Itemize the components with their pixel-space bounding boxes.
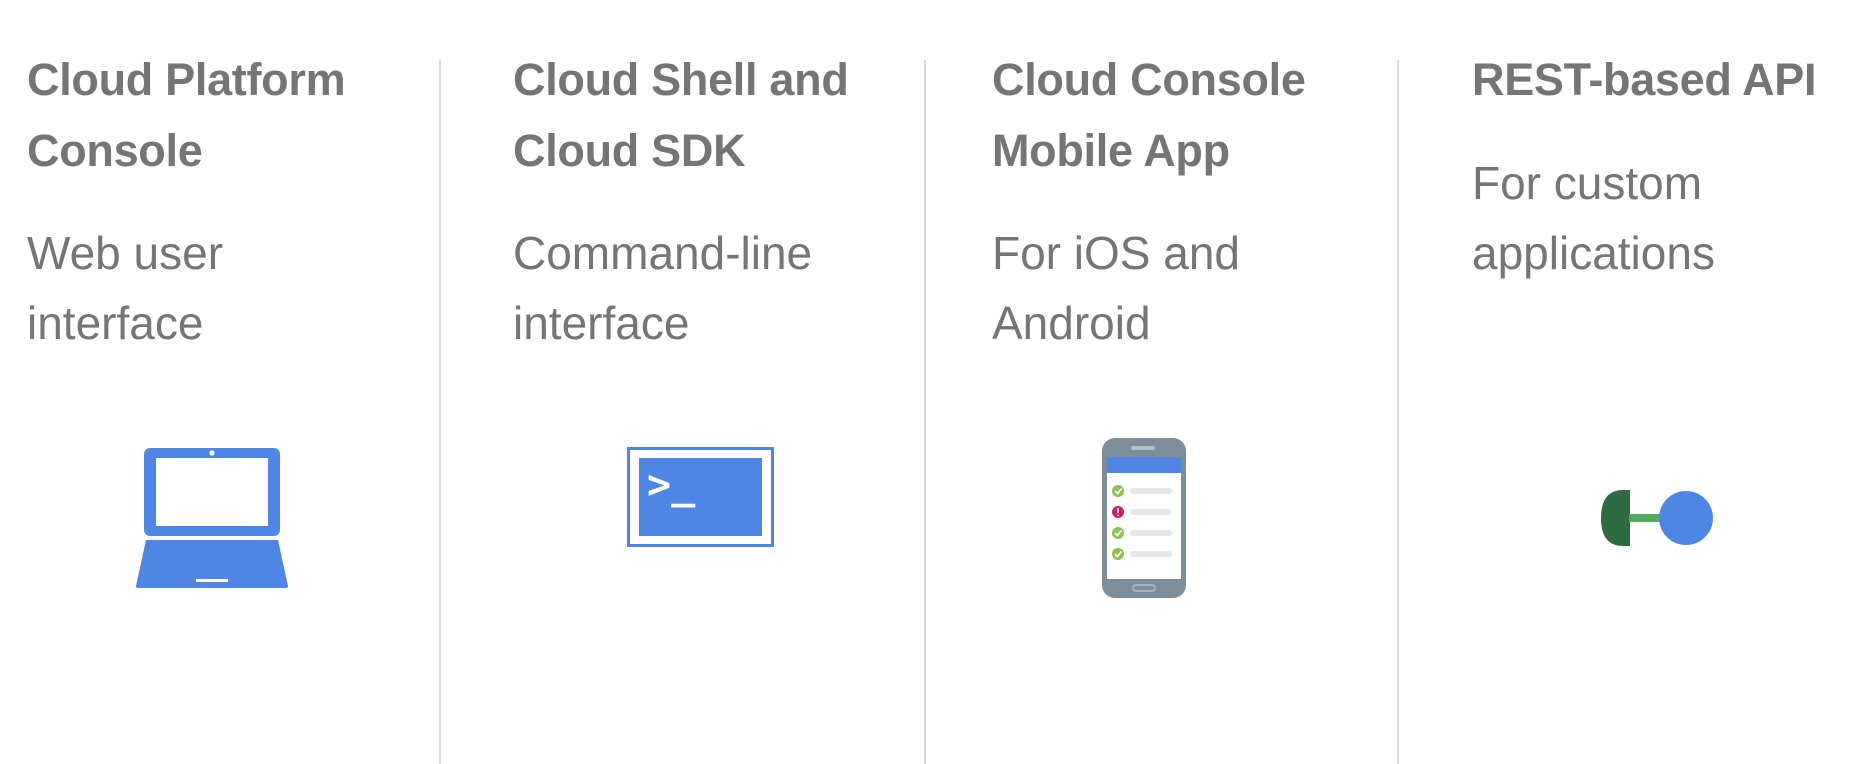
feature-title: Cloud Shell and Cloud SDK — [513, 44, 849, 186]
feature-card-rest-based-api: REST-based API For custom applications — [1399, 0, 1872, 764]
feature-description-line-1: Web user — [27, 227, 224, 279]
feature-card-cloud-shell-and-sdk: Cloud Shell and Cloud SDK Command-line i… — [441, 0, 925, 764]
feature-description: For custom applications — [1472, 148, 1715, 288]
feature-title-line-2: Console — [27, 125, 203, 176]
feature-description: For iOS and Android — [992, 218, 1240, 358]
feature-description-line-1: For iOS and — [992, 227, 1240, 279]
feature-description: Web user interface — [27, 218, 223, 358]
feature-description: Command-line interface — [513, 218, 812, 358]
feature-description-line-2: interface — [27, 297, 204, 349]
feature-title: Cloud Platform Console — [27, 44, 346, 186]
feature-title-line-1: Cloud Console — [992, 54, 1306, 105]
laptop-icon — [136, 448, 288, 588]
feature-title-line-1: Cloud Platform — [27, 54, 346, 105]
api-connector-icon — [1601, 490, 1713, 546]
terminal-icon: >_ — [627, 447, 774, 547]
feature-description-line-2: Android — [992, 297, 1151, 349]
feature-card-cloud-platform-console: Cloud Platform Console Web user interfac… — [0, 0, 440, 764]
feature-description-line-2: applications — [1472, 227, 1715, 279]
feature-title-line-2: Mobile App — [992, 125, 1230, 176]
feature-title-line-1: REST-based API — [1472, 54, 1817, 105]
terminal-prompt-text: >_ — [647, 462, 696, 508]
feature-title: REST-based API — [1472, 44, 1817, 115]
feature-description-line-1: For custom — [1472, 157, 1703, 209]
feature-title-line-2: Cloud SDK — [513, 125, 746, 176]
feature-description-line-2: interface — [513, 297, 690, 349]
feature-description-line-1: Command-line — [513, 227, 813, 279]
feature-title-line-1: Cloud Shell and — [513, 54, 849, 105]
mobile-phone-icon — [1102, 438, 1186, 598]
feature-card-cloud-console-mobile-app: Cloud Console Mobile App For iOS and And… — [926, 0, 1398, 764]
feature-title: Cloud Console Mobile App — [992, 44, 1306, 186]
